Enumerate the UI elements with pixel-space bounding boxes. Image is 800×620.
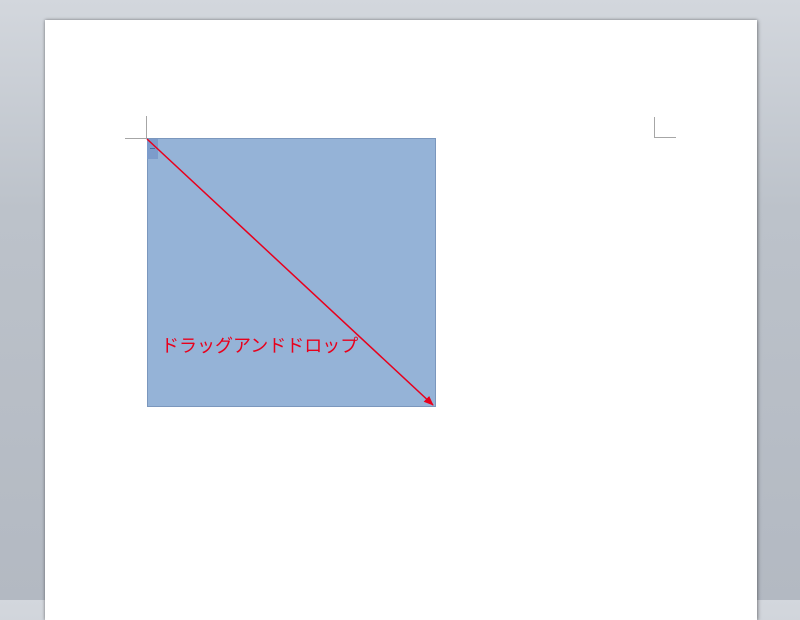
margin-corner-top-left-vertical <box>146 116 147 138</box>
margin-corner-top-right-vertical <box>654 117 655 138</box>
margin-corner-top-right-horizontal <box>654 137 676 138</box>
drawn-rectangle-shape[interactable] <box>147 138 436 407</box>
anchor-handle-icon[interactable] <box>147 139 158 159</box>
document-page <box>45 20 757 620</box>
margin-corner-top-left-horizontal <box>125 138 147 139</box>
drag-and-drop-label: ドラッグアンドドロップ <box>161 336 359 357</box>
